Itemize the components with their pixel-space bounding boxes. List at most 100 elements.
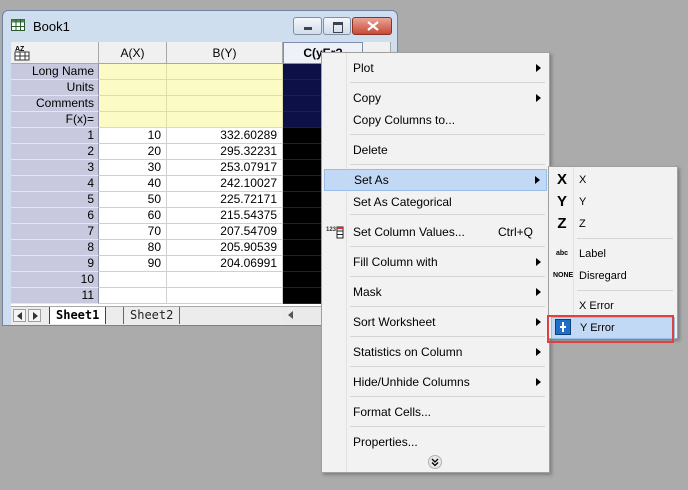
data-cell-a[interactable] — [99, 272, 167, 288]
tab-scroll-left-button[interactable] — [13, 309, 26, 322]
row-header[interactable]: 6 — [11, 208, 99, 224]
row-header[interactable]: 3 — [11, 160, 99, 176]
expand-menu-icon[interactable] — [428, 455, 442, 469]
menu-item-label: Plot — [353, 61, 374, 75]
submenu-arrow-icon — [536, 318, 541, 326]
menu-item-label: Format Cells... — [353, 405, 432, 419]
maximize-button[interactable] — [323, 17, 351, 35]
row-header[interactable]: 1 — [11, 128, 99, 144]
title-bar[interactable]: Book1 — [3, 11, 397, 41]
menu-separator — [350, 246, 545, 247]
data-cell-a[interactable]: 40 — [99, 176, 167, 192]
column-context-menu: Plot Copy Copy Columns to... Delete Set As Se… — [321, 52, 550, 473]
row-header[interactable]: 5 — [11, 192, 99, 208]
menu-item-delete[interactable]: Delete — [324, 139, 547, 161]
data-cell-b[interactable]: 253.07917 — [167, 160, 283, 176]
menu-item-copy-columns-to[interactable]: Copy Columns to... — [324, 109, 547, 131]
label-row-header[interactable]: Long Name — [11, 64, 99, 80]
menu-item-label: Copy Columns to... — [353, 113, 456, 127]
menu-item-statistics-on-column[interactable]: Statistics on Column — [324, 341, 547, 363]
data-cell-b[interactable]: 204.06991 — [167, 256, 283, 272]
menu-item-set-as-categorical[interactable]: Set As Categorical — [324, 191, 547, 213]
label-cell[interactable] — [99, 80, 167, 96]
submenu-item-disregard[interactable]: NONE Disregard — [551, 265, 675, 287]
submenu-item-label: X Error — [579, 300, 614, 312]
window-title: Book1 — [33, 19, 70, 34]
menu-item-label: Set As — [354, 173, 389, 187]
row-header[interactable]: 11 — [11, 288, 99, 304]
menu-item-properties[interactable]: Properties... — [324, 431, 547, 453]
menu-item-label: Sort Worksheet — [353, 315, 436, 329]
menu-item-label: Fill Column with — [353, 255, 438, 269]
label-cell[interactable] — [167, 80, 283, 96]
row-header[interactable]: 7 — [11, 224, 99, 240]
data-cell-b[interactable]: 205.90539 — [167, 240, 283, 256]
column-header-a[interactable]: A(X) — [99, 42, 167, 64]
submenu-arrow-icon — [536, 348, 541, 356]
label-cell[interactable] — [99, 96, 167, 112]
data-cell-b[interactable] — [167, 288, 283, 304]
data-cell-b[interactable]: 225.72171 — [167, 192, 283, 208]
label-cell[interactable] — [99, 64, 167, 80]
menu-item-format-cells[interactable]: Format Cells... — [324, 401, 547, 423]
z-designation-icon: Z — [557, 215, 567, 232]
row-header[interactable]: 10 — [11, 272, 99, 288]
submenu-separator — [577, 290, 673, 291]
tab-scroll-right-button[interactable] — [28, 309, 41, 322]
menu-separator — [350, 426, 545, 427]
submenu-item-x[interactable]: XX — [551, 169, 675, 191]
y-designation-icon: Y — [556, 193, 567, 210]
data-cell-b[interactable]: 207.54709 — [167, 224, 283, 240]
data-cell-b[interactable]: 242.10027 — [167, 176, 283, 192]
label-cell[interactable] — [99, 112, 167, 128]
submenu-arrow-icon — [536, 258, 541, 266]
menu-item-hide-unhide-columns[interactable]: Hide/Unhide Columns — [324, 371, 547, 393]
label-cell[interactable] — [167, 112, 283, 128]
submenu-item-y[interactable]: YY — [551, 191, 675, 213]
data-cell-a[interactable] — [99, 288, 167, 304]
data-cell-a[interactable]: 70 — [99, 224, 167, 240]
data-cell-b[interactable] — [167, 272, 283, 288]
row-header[interactable]: 2 — [11, 144, 99, 160]
submenu-item-x-error[interactable]: X Error — [551, 295, 675, 317]
label-row-header[interactable]: Comments — [11, 96, 99, 112]
minimize-button[interactable] — [293, 17, 322, 35]
data-cell-a[interactable]: 60 — [99, 208, 167, 224]
menu-item-fill-column-with[interactable]: Fill Column with — [324, 251, 547, 273]
label-cell[interactable] — [167, 96, 283, 112]
submenu-item-z[interactable]: ZZ — [551, 213, 675, 235]
menu-item-label: Statistics on Column — [353, 345, 463, 359]
menu-item-plot[interactable]: Plot — [324, 57, 547, 79]
label-row-header[interactable]: F(x)= — [11, 112, 99, 128]
tab-sheet2[interactable]: Sheet2 — [123, 307, 181, 324]
menu-item-mask[interactable]: Mask — [324, 281, 547, 303]
menu-item-sort-worksheet[interactable]: Sort Worksheet — [324, 311, 547, 333]
row-header[interactable]: 4 — [11, 176, 99, 192]
row-header[interactable]: 9 — [11, 256, 99, 272]
label-cell[interactable] — [167, 64, 283, 80]
data-cell-b[interactable]: 215.54375 — [167, 208, 283, 224]
menu-item-set-column-values[interactable]: Set Column Values... 123 Ctrl+Q — [324, 221, 547, 243]
data-cell-a[interactable]: 90 — [99, 256, 167, 272]
label-row-header[interactable]: Units — [11, 80, 99, 96]
data-cell-a[interactable]: 10 — [99, 128, 167, 144]
menu-item-shortcut: Ctrl+Q — [497, 225, 533, 239]
menu-separator — [350, 134, 545, 135]
submenu-item-label[interactable]: abc Label — [551, 243, 675, 265]
data-cell-a[interactable]: 30 — [99, 160, 167, 176]
data-cell-b[interactable]: 332.60289 — [167, 128, 283, 144]
tab-sheet1[interactable]: Sheet1 — [49, 307, 107, 324]
row-header[interactable]: 8 — [11, 240, 99, 256]
data-cell-a[interactable]: 80 — [99, 240, 167, 256]
svg-text:123: 123 — [326, 227, 337, 233]
menu-item-copy[interactable]: Copy — [324, 87, 547, 109]
select-all-corner[interactable]: AZ — [11, 42, 99, 64]
menu-item-set-as[interactable]: Set As — [324, 169, 547, 191]
sort-grid-icon: AZ — [14, 46, 30, 61]
column-header-b[interactable]: B(Y) — [167, 42, 283, 64]
data-cell-b[interactable]: 295.32231 — [167, 144, 283, 160]
submenu-separator — [577, 238, 673, 239]
data-cell-a[interactable]: 20 — [99, 144, 167, 160]
close-button[interactable] — [352, 17, 392, 35]
data-cell-a[interactable]: 50 — [99, 192, 167, 208]
